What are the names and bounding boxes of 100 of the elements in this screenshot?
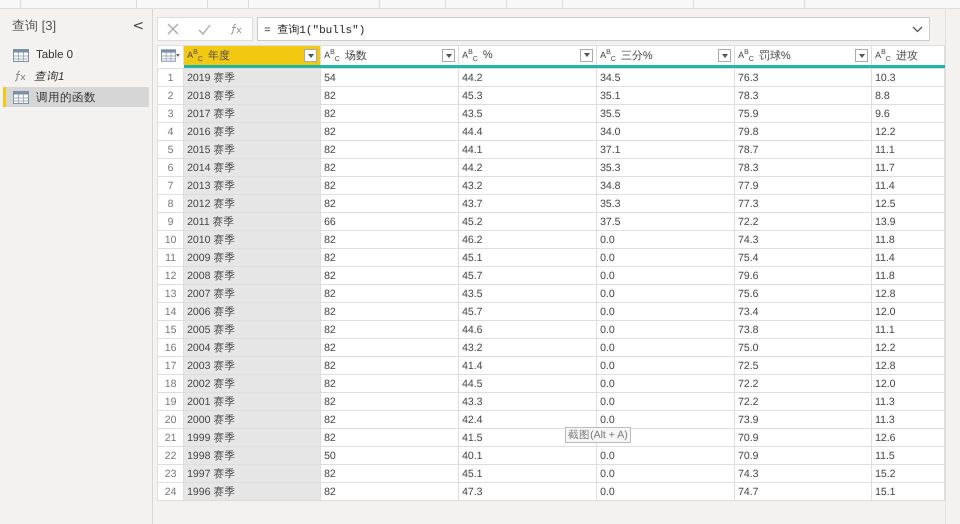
row-number: 19 [158, 392, 184, 410]
table-cell: 72.2 [734, 392, 872, 410]
panel-title: 查询 [3] [12, 17, 56, 35]
table-cell: 82 [320, 104, 459, 122]
row-number: 21 [158, 428, 184, 446]
table-cell: 78.7 [734, 140, 872, 158]
table-cell: 11.3 [872, 410, 945, 428]
table-cell: 2009 赛季 [184, 248, 321, 266]
table-cell: 2008 赛季 [184, 266, 321, 284]
row-number: 18 [158, 374, 184, 392]
table-cell: 0.0 [596, 446, 735, 464]
table-cell: 82 [320, 230, 459, 248]
row-number: 1 [158, 68, 184, 86]
table-icon [13, 90, 29, 104]
table-cell: 82 [320, 338, 459, 356]
column-header[interactable]: A$^{B}$$_{C}$ 场数 [320, 46, 459, 65]
row-number: 24 [158, 482, 184, 500]
table-cell: 70.9 [734, 446, 872, 464]
row-number: 5 [158, 140, 184, 158]
table-cell: 42.4 [458, 410, 597, 428]
table-cell: 82 [320, 284, 459, 302]
row-number: 8 [158, 194, 184, 212]
table-cell: 9.6 [872, 104, 945, 122]
table-cell: 11.3 [872, 392, 945, 410]
table-cell: 44.2 [458, 68, 597, 86]
table-cell: 2012 赛季 [184, 194, 321, 212]
table-cell: 12.0 [872, 374, 945, 392]
row-number: 7 [158, 176, 184, 194]
table-cell: 2002 赛季 [184, 374, 321, 392]
filter-dropdown[interactable] [442, 49, 456, 62]
table-cell: 34.5 [596, 68, 735, 86]
table-cell: 11.4 [872, 248, 945, 266]
table-cell: 82 [320, 194, 459, 212]
table-cell: 40.1 [458, 446, 597, 464]
query-item[interactable]: 调用的函数 [3, 87, 150, 107]
table-cell: 82 [320, 248, 459, 266]
check-icon[interactable] [198, 24, 211, 34]
row-number: 15 [158, 320, 184, 338]
table-cell: 0.0 [596, 374, 735, 392]
function-icon[interactable] [228, 23, 243, 35]
formula-field[interactable]: = 查询1("bulls") [257, 17, 930, 41]
table-cell: 1998 赛季 [184, 446, 321, 464]
table-cell: 74.7 [734, 482, 872, 500]
table-cell: 2007 赛季 [184, 284, 321, 302]
row-number: 10 [158, 230, 184, 248]
table-cell: 45.1 [458, 248, 597, 266]
table-cell: 43.5 [458, 284, 597, 302]
table-cell: 34.8 [596, 176, 735, 194]
table-cell: 0.0 [596, 464, 735, 482]
column-header[interactable]: A$^{B}$$_{C}$ 年度 [184, 46, 321, 65]
table-cell: 37.1 [596, 140, 735, 158]
table-cell: 35.3 [596, 158, 735, 176]
chevron-down-icon[interactable] [912, 26, 924, 32]
table-cell: 82 [320, 122, 459, 140]
filter-dropdown[interactable] [855, 49, 868, 62]
table-cell: 72.2 [734, 374, 872, 392]
table-cell: 44.5 [458, 374, 597, 392]
caret-icon [722, 54, 728, 58]
table-cell: 34.0 [596, 122, 735, 140]
caret-icon [584, 53, 590, 58]
table-cell: 77.9 [734, 176, 872, 194]
table-cell: 12.0 [872, 302, 945, 320]
table-cell: 82 [320, 374, 459, 392]
table-cell: 46.2 [458, 230, 597, 248]
collapse-button[interactable]: < [130, 18, 146, 34]
table-cell: 73.4 [734, 302, 872, 320]
column-header[interactable]: A$^{B}$$_{C}$ 进攻 [872, 46, 945, 65]
table-cell: 2004 赛季 [184, 338, 321, 356]
table-cell: 2000 赛季 [184, 410, 321, 428]
table-cell: 11.7 [872, 158, 945, 176]
filter-dropdown[interactable] [718, 49, 732, 62]
table-cell: 11.4 [872, 176, 945, 194]
row-number: 3 [158, 104, 184, 122]
table-cell: 82 [320, 482, 459, 500]
table-cell: 74.3 [734, 230, 872, 248]
table-cell: 43.3 [458, 392, 597, 410]
row-number: 13 [158, 284, 184, 302]
table-cell: 0.0 [596, 338, 735, 356]
table-cell: 43.5 [458, 104, 597, 122]
column-header[interactable]: A$^{B}$$_{C}$ 罚球% [734, 46, 872, 65]
table-cell: 0.0 [596, 266, 735, 284]
table-cell: 2017 赛季 [184, 104, 321, 122]
query-item[interactable]: 查询1 [3, 66, 150, 86]
table-icon [13, 48, 29, 62]
table-menu-icon [161, 49, 176, 62]
column-header[interactable]: A$^{B}$$_{C}$ % [458, 46, 597, 65]
table-cell: 82 [320, 86, 459, 104]
query-item[interactable]: Table 0 [3, 45, 150, 65]
row-number: 11 [158, 248, 184, 266]
table-cell: 13.9 [872, 212, 945, 230]
table-cell: 82 [320, 266, 459, 284]
table-cell: 44.4 [458, 122, 597, 140]
table-cell: 43.2 [458, 176, 597, 194]
table-cell: 73.8 [734, 320, 872, 338]
column-header[interactable]: A$^{B}$$_{C}$ 三分% [596, 46, 735, 65]
filter-dropdown[interactable] [580, 48, 594, 62]
caret-icon [446, 54, 452, 58]
table-cell: 2005 赛季 [184, 320, 321, 338]
table-cell: 15.2 [872, 464, 945, 482]
filter-dropdown[interactable] [304, 49, 318, 62]
